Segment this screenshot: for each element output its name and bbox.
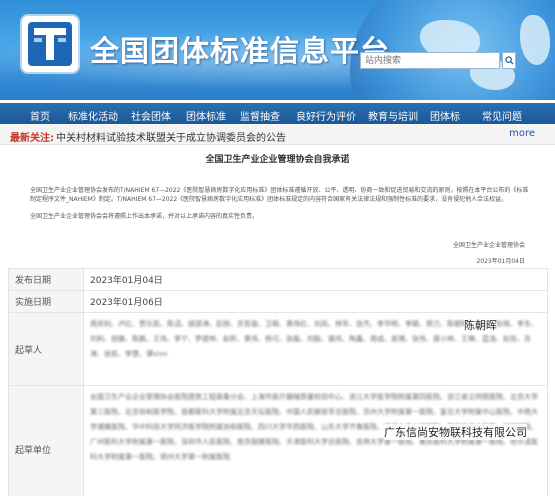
table-row: 起草人 周庆利、卢红、贾乐凯、陈滔、姚碧涛、彭刚、苏哲瑜、卫萌、黄伟红、刘凤、林… (8, 312, 548, 386)
nav-item-group-std[interactable]: 团体标 (430, 108, 460, 123)
publish-date-label: 发布日期 (8, 268, 84, 291)
notice-bar: 最新关注: 中关村材料试验技术联盟关于成立协调委员会的公告 more (0, 125, 555, 145)
header-banner: 全国团体标准信息平台 (0, 0, 555, 100)
nav-item-groups[interactable]: 社会团体 (131, 108, 171, 123)
publish-date-value: 2023年01月04日 (83, 268, 548, 291)
nav-item-faq[interactable]: 常见问题 (482, 108, 522, 123)
drafters-label: 起草人 (8, 312, 84, 386)
commitment-paragraph: 全国卫生产业企业管理协会发布的T/NAHIEM 67—2022《医院智慧病房数字… (30, 187, 529, 203)
drafter-highlight: 陈朝晖 (464, 317, 497, 333)
implement-date-value: 2023年01月06日 (83, 290, 548, 313)
table-row: 实施日期 2023年01月06日 (8, 290, 548, 313)
search-input[interactable] (360, 52, 500, 69)
nav-item-training[interactable]: 教育与培训 (368, 108, 418, 123)
signature-date: 2023年01月04日 (476, 258, 525, 265)
notice-label: 最新关注: (10, 133, 54, 144)
site-logo-icon[interactable] (22, 16, 78, 72)
nav-item-evaluation[interactable]: 良好行为评价 (296, 108, 356, 123)
nav-item-activities[interactable]: 标准化活动 (68, 108, 118, 123)
drafting-units-list: 全国卫生产业企业管理协会医院建筑工程装备分会、上海市医疗器械质量检验中心、浙江大… (90, 393, 538, 461)
nav-item-inspection[interactable]: 监督抽查 (240, 108, 280, 123)
table-row: 起草单位 全国卫生产业企业管理协会医院建筑工程装备分会、上海市医疗器械质量检验中… (8, 385, 548, 496)
unit-highlight: 广东信尚安物联科技有限公司 (384, 424, 527, 440)
standard-info-table: 发布日期 2023年01月04日 实施日期 2023年01月06日 起草人 周庆… (8, 268, 548, 496)
nav-item-standards[interactable]: 团体标准 (186, 108, 226, 123)
document-title: 全国卫生产业企业管理协会自我承诺 (205, 155, 350, 165)
nav-item-home[interactable]: 首页 (30, 108, 50, 123)
main-nav: 首页 标准化活动 社会团体 团体标准 监督抽查 良好行为评价 教育与培训 团体标… (0, 103, 555, 124)
table-row: 发布日期 2023年01月04日 (8, 268, 548, 291)
site-title[interactable]: 全国团体标准信息平台 (90, 28, 390, 70)
drafters-cell: 周庆利、卢红、贾乐凯、陈滔、姚碧涛、彭刚、苏哲瑜、卫萌、黄伟红、刘凤、林军、张杰… (83, 312, 548, 386)
more-link[interactable]: more (509, 128, 535, 139)
implement-date-label: 实施日期 (8, 290, 84, 313)
signature-org: 全国卫生产业企业管理协会 (452, 242, 525, 249)
notice-link[interactable]: 中关村材料试验技术联盟关于成立协调委员会的公告 (56, 129, 286, 144)
search-icon (504, 56, 514, 65)
drafting-units-cell: 全国卫生产业企业管理协会医院建筑工程装备分会、上海市医疗器械质量检验中心、浙江大… (83, 385, 548, 496)
search-button[interactable] (502, 52, 516, 69)
drafting-units-label: 起草单位 (8, 385, 84, 496)
commitment-statement: 全国卫生产业企业管理协会会将遵照上作出本承诺，并对以上承诺内容的真实性负责。 (30, 213, 259, 220)
